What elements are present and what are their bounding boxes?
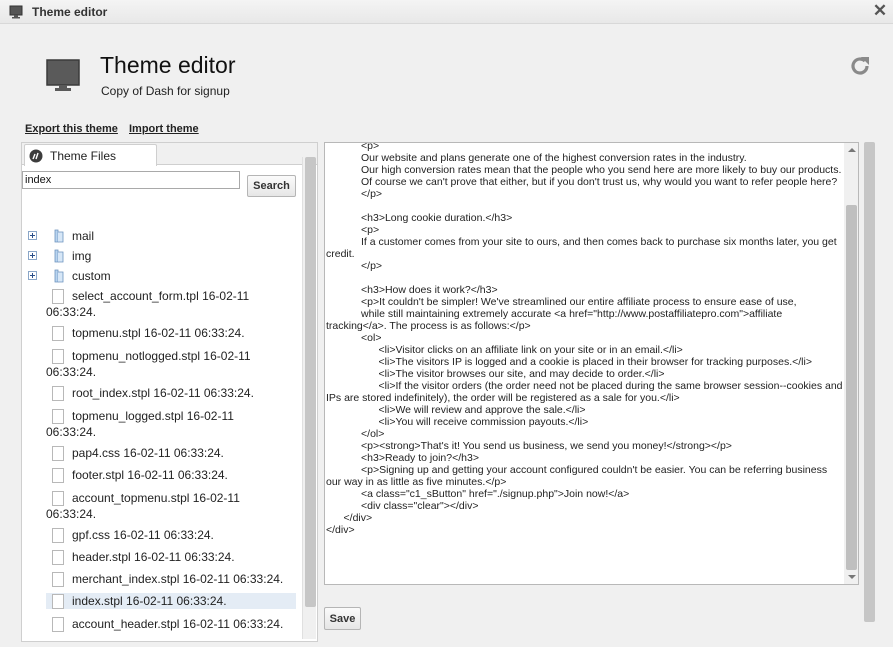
monitor-icon — [46, 59, 80, 91]
file-label: pap4.css 16-02-11 06:33:24. — [72, 446, 224, 460]
expand-icon[interactable] — [28, 231, 37, 240]
tree-file[interactable]: footer.stpl 16-02-11 06:33:24. — [22, 465, 298, 487]
tree-file[interactable]: header.stpl 16-02-11 06:33:24. — [22, 547, 298, 569]
tree-file[interactable]: topmenu_logged.stpl 16-02-11 06:33:24. — [22, 406, 298, 442]
page-scroll-thumb[interactable] — [864, 142, 875, 622]
tree-file-selected[interactable]: index.stpl 16-02-11 06:33:24. — [22, 593, 298, 613]
file-icon — [52, 572, 64, 587]
file-icon — [52, 594, 64, 609]
file-label: topmenu.stpl 16-02-11 06:33:24. — [72, 326, 245, 340]
page-subtitle: Copy of Dash for signup — [101, 84, 230, 98]
tree-file[interactable]: topmenu.stpl 16-02-11 06:33:24. — [22, 323, 298, 345]
tree-file[interactable]: root_index.stpl 16-02-11 06:33:24. — [22, 383, 298, 405]
file-icon — [52, 326, 64, 341]
import-theme-link[interactable]: Import theme — [129, 123, 199, 135]
editor-scrollbar[interactable] — [844, 143, 858, 584]
file-label: footer.stpl 16-02-11 06:33:24. — [72, 468, 228, 482]
file-icon — [52, 550, 64, 565]
search-input[interactable] — [22, 171, 240, 189]
tab-strip: Theme Files — [22, 143, 317, 166]
folder-icon — [54, 229, 64, 243]
theme-files-panel: Theme Files Search mail img custom selec… — [21, 142, 318, 642]
folder-icon — [54, 269, 64, 283]
expand-icon[interactable] — [28, 271, 37, 280]
tree-folder[interactable]: img — [22, 247, 298, 267]
code-editor[interactable]: <p> Our website and plans generate one o… — [324, 142, 859, 585]
folder-icon — [54, 249, 64, 263]
scroll-down-icon[interactable] — [848, 575, 856, 579]
save-button[interactable]: Save — [324, 607, 361, 630]
file-icon — [52, 446, 64, 461]
editor-content[interactable]: <p> Our website and plans generate one o… — [326, 143, 844, 536]
files-icon — [29, 149, 43, 163]
tree-scroll-thumb[interactable] — [305, 157, 316, 607]
editor-scroll-thumb[interactable] — [846, 205, 857, 570]
folder-name: img — [72, 249, 92, 263]
tree-file[interactable]: topmenu_notlogged.stpl 16-02-11 06:33:24… — [22, 346, 298, 382]
file-label: header.stpl 16-02-11 06:33:24. — [72, 550, 235, 564]
file-label: gpf.css 16-02-11 06:33:24. — [72, 528, 214, 542]
tab-theme-files[interactable]: Theme Files — [24, 144, 157, 166]
file-icon — [52, 289, 64, 304]
file-icon — [52, 386, 64, 401]
title-bar: Theme editor ✕ — [0, 0, 893, 24]
file-icon — [52, 409, 64, 424]
file-label-wrap: 06:33:24. — [46, 365, 97, 379]
page-scrollbar[interactable] — [862, 142, 876, 642]
folder-name: custom — [72, 269, 111, 283]
tree-file[interactable]: pap4.css 16-02-11 06:33:24. — [22, 443, 298, 465]
tree-file[interactable]: merchant_index.stpl 16-02-11 06:33:24. — [22, 569, 298, 591]
tree-file[interactable]: gpf.css 16-02-11 06:33:24. — [22, 525, 298, 547]
file-label-wrap: 06:33:24. — [46, 507, 97, 521]
refresh-icon[interactable] — [848, 54, 872, 78]
file-label: account_header.stpl 16-02-11 06:33:24. — [72, 617, 284, 631]
tree-folder[interactable]: mail — [22, 227, 298, 247]
file-label: merchant_index.stpl 16-02-11 06:33:24. — [72, 572, 284, 586]
window-title: Theme editor — [32, 5, 108, 19]
tree-file[interactable]: account_header.stpl 16-02-11 06:33:24. — [22, 614, 298, 636]
file-icon — [52, 617, 64, 632]
file-icon — [52, 468, 64, 483]
file-icon — [52, 528, 64, 543]
expand-icon[interactable] — [28, 251, 37, 260]
file-label: root_index.stpl 16-02-11 06:33:24. — [72, 386, 254, 400]
file-icon — [52, 349, 64, 364]
tab-label: Theme Files — [50, 149, 117, 163]
file-label: topmenu_notlogged.stpl 16-02-11 — [72, 349, 251, 363]
file-label: index.stpl 16-02-11 06:33:24. — [72, 594, 227, 608]
page-title: Theme editor — [100, 52, 236, 78]
file-label-wrap: 06:33:24. — [46, 305, 97, 319]
folder-name: mail — [72, 229, 95, 243]
tree-file[interactable]: account_topmenu.stpl 16-02-11 06:33:24. — [22, 488, 298, 524]
file-label: account_topmenu.stpl 16-02-11 — [72, 491, 240, 505]
tree-file[interactable]: select_account_form.tpl 16-02-11 06:33:2… — [22, 286, 298, 322]
close-icon[interactable]: ✕ — [871, 2, 889, 20]
monitor-icon — [9, 5, 23, 19]
scroll-up-icon[interactable] — [848, 148, 856, 152]
tree-scrollbar[interactable] — [302, 157, 316, 639]
file-label: select_account_form.tpl 16-02-11 — [72, 289, 250, 303]
file-label-wrap: 06:33:24. — [46, 425, 97, 439]
tree-folder[interactable]: custom — [22, 267, 298, 287]
search-button[interactable]: Search — [247, 175, 296, 197]
file-icon — [52, 491, 64, 506]
export-theme-link[interactable]: Export this theme — [25, 123, 118, 135]
file-label: topmenu_logged.stpl 16-02-11 — [72, 409, 234, 423]
